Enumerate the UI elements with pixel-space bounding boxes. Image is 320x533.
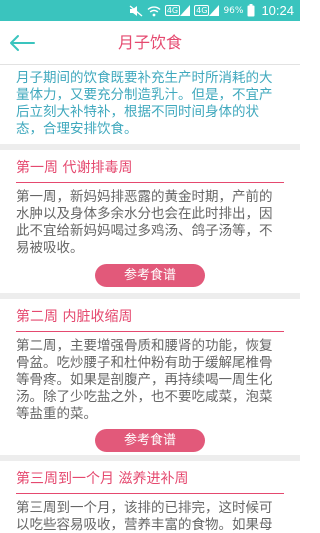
- week-3-body: 第三周到一个月，该排的已排完，这时候可以吃些容易吸收，营养丰富的食物。如果母乳不…: [16, 500, 273, 533]
- page-title: 月子饮食: [117, 33, 182, 52]
- week-3-title: 第三周到一个月 滋养进补周: [16, 461, 284, 494]
- week-3-section: 第三周到一个月 滋养进补周 第三周到一个月，该排的已排完，这时候可以吃些容易吸收…: [0, 461, 300, 533]
- signal-icon: 4G: [164, 4, 191, 18]
- week-2-section: 第二周 内脏收缩周 第二周，主要增强骨质和腰肾的功能，恢复骨盆。吃炒腰子和杜仲粉…: [0, 299, 300, 455]
- mute-icon: [129, 4, 143, 18]
- week-1-body: 第一周，新妈妈排恶露的黄金时期，产前的水肿以及身体多余水分也会在此时排出，因此不…: [16, 189, 273, 256]
- wifi-icon: [147, 4, 161, 18]
- signal-icon: 4G: [194, 4, 220, 18]
- battery-percent: 96%: [223, 5, 244, 16]
- app-bar: 月子饮食: [0, 21, 300, 65]
- clock: 10:24: [261, 3, 294, 18]
- battery-icon: [247, 4, 255, 18]
- week-2-recipe-button[interactable]: 参考食谱: [95, 429, 205, 452]
- week-2-title: 第二周 内脏收缩周: [16, 299, 284, 332]
- status-bar: 4G 4G 96% 10:24: [0, 0, 300, 21]
- week-2-body: 第二周，主要增强骨质和腰肾的功能，恢复骨盆。吃炒腰子和杜仲粉有助于缓解尾椎骨等骨…: [16, 338, 273, 422]
- week-1-recipe-button[interactable]: 参考食谱: [95, 264, 205, 287]
- week-1-title: 第一周 代谢排毒周: [16, 150, 284, 183]
- diet-content[interactable]: 月子期间的饮食既要补充生产时所消耗的大量体力，又要充分制造乳汁。但是，不宜产后立…: [0, 65, 300, 533]
- intro-text: 月子期间的饮食既要补充生产时所消耗的大量体力，又要充分制造乳汁。但是，不宜产后立…: [16, 70, 273, 137]
- week-1-section: 第一周 代谢排毒周 第一周，新妈妈排恶露的黄金时期，产前的水肿以及身体多余水分也…: [0, 150, 300, 293]
